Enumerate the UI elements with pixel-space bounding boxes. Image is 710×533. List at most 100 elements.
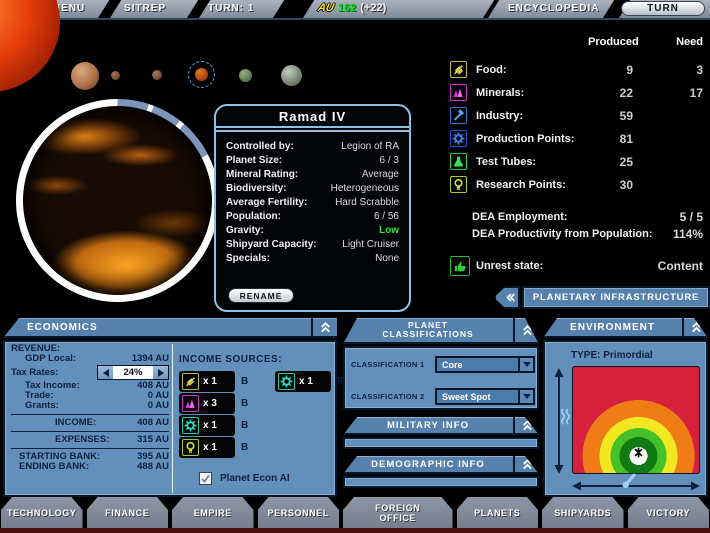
income-value: 408 AU [137,418,169,428]
top-menu-bar: GAME MENU SITREP TURN: 1 AU 162 (+22) EN… [0,0,710,18]
divider [481,0,501,18]
dea-productivity-row: DEA Productivity from Population: 114% [450,225,703,242]
classification-row: CLASSIFICATION 1 Core [351,356,535,373]
grants-value: 0 AU [148,401,169,411]
chevron-down-icon[interactable] [518,390,533,403]
income-sources-title: INCOME SOURCES: [179,354,282,365]
production-table: Produced Need Food: 9 3 Minerals: 22 17 … [450,36,703,276]
humidity-icon [559,408,573,426]
planet-info-panel: Ramad IV Controlled by:Legion of RA Plan… [214,104,411,312]
collapse-chevron-icon[interactable] [513,417,539,433]
classifications-title: PLANET CLASSIFICATIONS [343,321,513,339]
treasury-display: AU 162 (+22) [318,2,386,14]
bottom-tab-bar: TECHNOLOGY FINANCE EMPIRE PERSONNEL FORE… [0,497,710,528]
environment-panel-body: TYPE: Primordial [543,340,708,497]
planet-2[interactable] [111,71,120,80]
income-source-item: x 1 B [179,437,248,458]
planet-econ-ai-label: Planet Econ AI [220,473,290,484]
demographic-title: DEMOGRAPHIC INFO [343,459,513,470]
planet-6[interactable] [281,65,302,86]
planet-surface-view[interactable] [23,106,212,295]
environment-chart[interactable] [572,366,700,474]
planet-econ-ai-checkbox[interactable] [199,472,212,485]
tab-victory[interactable]: VICTORY [628,497,710,528]
revenue-section: REVENUE: GDP Local:1394 AU Tax Rates: 24… [9,344,171,472]
table-row: Research Points: 30 [450,173,703,196]
tab-empire[interactable]: EMPIRE [172,497,254,528]
collapse-chevron-icon[interactable] [311,318,337,336]
research-icon [182,439,199,456]
thumbs-up-icon [450,256,470,276]
income-source-item: x 1 B [179,371,248,392]
table-row: Food: 9 3 [450,58,703,81]
collapse-chevron-icon[interactable] [682,318,708,336]
classification-1-dropdown[interactable]: Core [435,356,535,373]
planet-stat-row: Average Fertility:Hard Scrabble [226,196,399,210]
planet-stat-row: Biodiversity:Heterogeneous [226,182,399,196]
planet-stat-row: Population:6 / 56 [226,210,399,224]
table-row: Minerals: 22 17 [450,81,703,104]
tab-foreign-office[interactable]: FOREIGN OFFICE [343,497,453,528]
demographic-panel-body [343,476,539,488]
collapse-chevron-icon[interactable] [513,456,539,472]
divider [11,431,169,432]
tab-technology[interactable]: TECHNOLOGY [1,497,83,528]
treasury-amount: 162 [338,2,356,14]
collapse-chevron-icon[interactable] [513,318,539,342]
military-panel-header[interactable]: MILITARY INFO [343,417,539,435]
planet-population-ring [16,99,219,302]
divider [0,18,710,20]
income-source-item: x 1 B [179,415,248,436]
military-title: MILITARY INFO [343,420,513,431]
tab-shipyards[interactable]: SHIPYARDS [542,497,624,528]
bottom-border [0,528,710,533]
divider [96,0,123,18]
tax-rate-spinner[interactable]: 24% [97,365,169,380]
minerals-icon [450,84,467,101]
planetary-infrastructure-button[interactable]: PLANETARY INFRASTRUCTURE [494,286,710,309]
classifications-panel-body: CLASSIFICATION 1 Core CLASSIFICATION 2 S… [343,346,539,410]
planet-4-selected[interactable] [188,61,215,88]
sitrep-button[interactable]: SITREP [124,3,166,14]
economics-title: ECONOMICS [3,322,311,333]
planet-1[interactable] [71,62,99,90]
au-currency-icon: AU [317,2,335,14]
military-panel-body [343,437,539,449]
planet-stat-row: Mineral Rating:Average [226,168,399,182]
planet-stat-row: Specials:None [226,252,399,266]
classification-2-dropdown[interactable]: Sweet Spot [435,388,535,405]
environment-type-value: Primordial [603,350,652,361]
income-source-ip-item: x 1 IP [275,371,346,392]
dea-employment-row: DEA Employment: 5 / 5 [450,208,703,225]
table-row: Test Tubes: 25 [450,150,703,173]
economics-panel-header: ECONOMICS [3,318,337,338]
planet-3[interactable] [152,70,162,80]
planet-stat-row: Shipyard Capacity:Light Cruiser [226,238,399,252]
encyclopedia-button[interactable]: ENCYCLOPEDIA [508,3,599,14]
end-turn-button[interactable]: TURN [621,1,705,16]
tab-personnel[interactable]: PERSONNEL [258,497,340,528]
chevron-left-icon [494,286,520,309]
divider [11,448,169,449]
rename-button[interactable]: RENAME [228,288,294,303]
environment-title: ENVIRONMENT [543,322,682,333]
chevron-down-icon[interactable] [518,358,533,371]
planet-4[interactable] [195,68,208,81]
minerals-icon [182,395,199,412]
planet-5[interactable] [239,69,252,82]
system-star [0,0,60,92]
demographic-panel-header[interactable]: DEMOGRAPHIC INFO [343,456,539,474]
food-icon [182,373,199,390]
production-icon [182,417,199,434]
tax-rate-increase-button[interactable] [153,366,168,379]
planet-name-title: Ramad IV [216,106,409,128]
tax-rate-value: 24% [113,366,153,379]
produced-column-header: Produced [588,36,633,52]
production-points-icon [450,130,467,147]
tab-planets[interactable]: PLANETS [457,497,539,528]
need-column-header: Need [633,36,703,52]
tax-rate-decrease-button[interactable] [98,366,113,379]
food-icon [450,61,467,78]
test-tubes-icon [450,153,467,170]
tab-finance[interactable]: FINANCE [87,497,169,528]
